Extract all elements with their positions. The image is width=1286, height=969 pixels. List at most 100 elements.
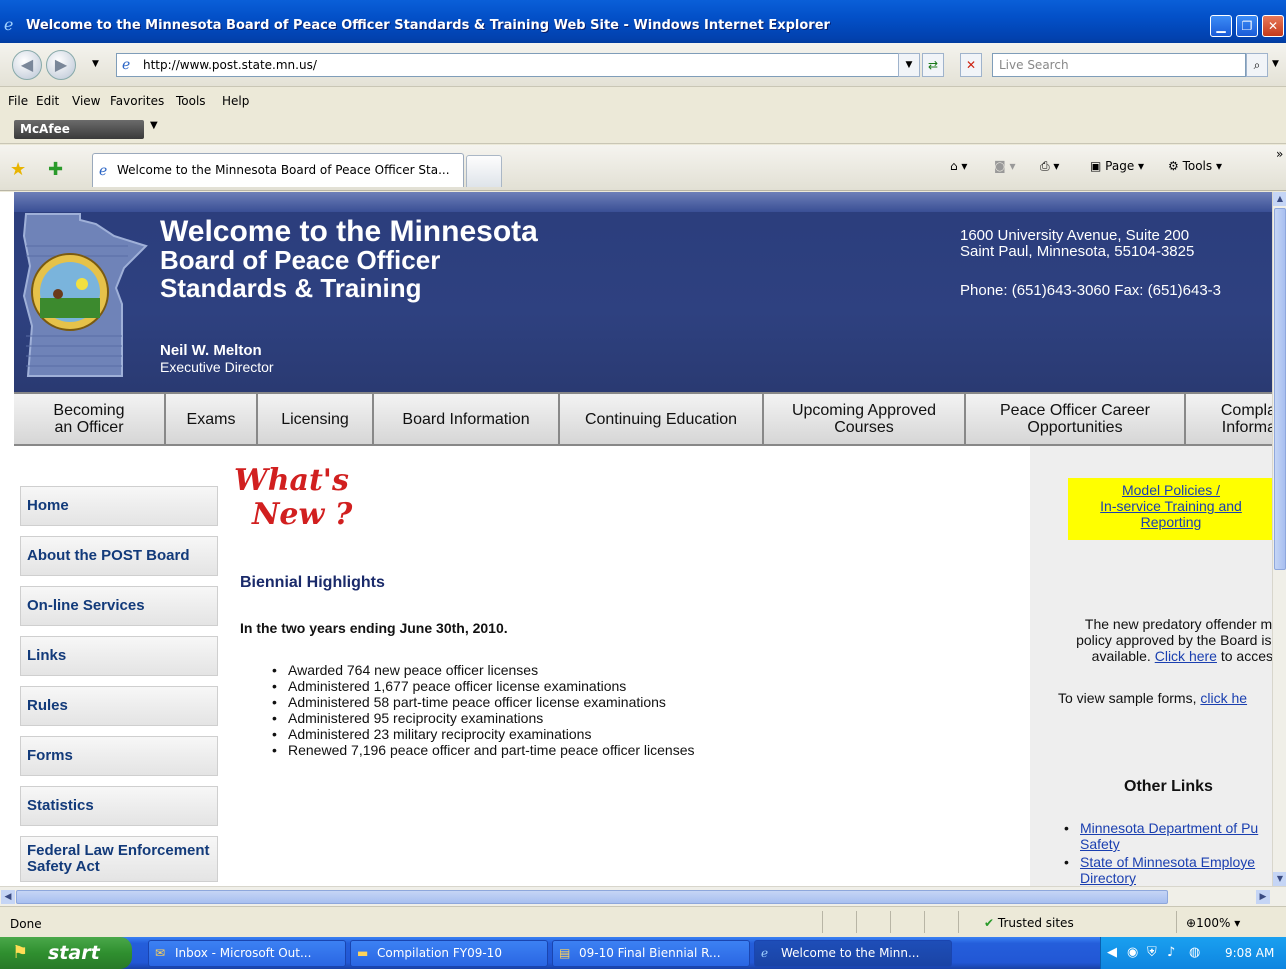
forward-button[interactable]: ▶: [46, 50, 76, 80]
horizontal-scroll-thumb[interactable]: [16, 890, 1168, 904]
page-viewport: Welcome to the Minnesota Board of Peace …: [0, 192, 1272, 886]
status-divider: [856, 911, 857, 933]
tray-expand-icon[interactable]: ◀: [1107, 945, 1117, 960]
nav-continuing-education[interactable]: Continuing Education: [560, 394, 764, 444]
sidebar-item-label: Links: [27, 647, 67, 664]
security-zone[interactable]: ✔ Trusted sites: [984, 916, 1074, 930]
home-icon[interactable]: ⌂ ▾: [950, 159, 967, 173]
stop-icon[interactable]: ✕: [960, 53, 982, 77]
feeds-icon[interactable]: ◙ ▾: [994, 159, 1015, 173]
section-title: Biennial Highlights: [240, 574, 385, 591]
tab-current[interactable]: ℯ Welcome to the Minnesota Board of Peac…: [92, 153, 464, 187]
back-button[interactable]: ◀: [12, 50, 42, 80]
nav-exams[interactable]: Exams: [166, 394, 258, 444]
taskbar-item-ie[interactable]: ℯ Welcome to the Minn...: [754, 940, 952, 967]
predatory-policy-link[interactable]: Click here: [1155, 648, 1217, 664]
mcafee-button[interactable]: McAfee: [14, 120, 144, 139]
window-title: Welcome to the Minnesota Board of Peace …: [26, 18, 830, 33]
nav-upcoming-approved-courses[interactable]: Upcoming Approved Courses: [764, 394, 966, 444]
scroll-down-icon[interactable]: ▼: [1273, 872, 1286, 886]
search-icon[interactable]: ⌕: [1246, 53, 1268, 77]
folder-icon: ▬: [357, 946, 369, 960]
nav-complaint-information[interactable]: Compla Informa: [1186, 394, 1272, 444]
address-dropdown-button[interactable]: ▼: [898, 53, 920, 77]
menu-edit[interactable]: Edit: [36, 94, 59, 108]
menu-tools[interactable]: Tools: [176, 94, 206, 108]
menu-file[interactable]: File: [8, 94, 28, 108]
sidebar-item-home[interactable]: Home: [20, 486, 218, 526]
menu-view[interactable]: View: [72, 94, 100, 108]
employee-directory-link[interactable]: State of Minnesota Employe Directory: [1080, 854, 1255, 886]
scroll-left-icon[interactable]: ◀: [1, 890, 15, 904]
minimize-button[interactable]: ▁: [1210, 15, 1232, 37]
other-links-title: Other Links: [1124, 778, 1213, 795]
nav-label: Board Information: [402, 410, 530, 428]
sidebar-item-forms[interactable]: Forms: [20, 736, 218, 776]
favorites-star-icon[interactable]: ★: [10, 159, 26, 180]
search-input[interactable]: Live Search: [992, 53, 1246, 77]
sidebar-item-about[interactable]: About the POST Board: [20, 536, 218, 576]
sample-forms-link[interactable]: click he: [1200, 690, 1247, 706]
zoom-label: 100%: [1196, 916, 1231, 930]
sidebar-item-rules[interactable]: Rules: [20, 686, 218, 726]
sidebar-item-links[interactable]: Links: [20, 636, 218, 676]
page-menu[interactable]: ▣ Page ▾: [1090, 159, 1144, 173]
whats-new-line1: What's: [234, 463, 349, 498]
taskbar-item-folder[interactable]: ▬ Compilation FY09-10: [350, 940, 548, 967]
phone-fax: Phone: (651)643-3060 Fax: (651)643-3: [960, 282, 1222, 299]
nav-board-information[interactable]: Board Information: [374, 394, 560, 444]
task-label: Compilation FY09-10: [377, 946, 502, 960]
refresh-icon[interactable]: ⇄: [922, 53, 944, 77]
minnesota-state-seal-icon: [22, 213, 148, 377]
menu-help[interactable]: Help: [222, 94, 249, 108]
model-policies-link[interactable]: Model Policies / In-service Training and…: [1100, 482, 1242, 530]
sidebar-item-label: Rules: [27, 697, 68, 714]
site-title-line1: Welcome to the Minnesota: [160, 215, 538, 248]
window-title-bar[interactable]: ℯ Welcome to the Minnesota Board of Peac…: [0, 0, 1286, 43]
address-line2: Saint Paul, Minnesota, 55104-3825: [960, 243, 1195, 260]
zone-label: Trusted sites: [997, 916, 1074, 930]
tray-shield-icon[interactable]: ⛨: [1147, 945, 1157, 960]
taskbar-item-word[interactable]: ▤ 09-10 Final Biennial R...: [552, 940, 750, 967]
dps-link[interactable]: Minnesota Department of Pu Safety: [1080, 820, 1258, 852]
search-options-dropdown[interactable]: ▼: [1272, 59, 1279, 69]
new-tab-button[interactable]: [466, 155, 502, 187]
scroll-up-icon[interactable]: ▲: [1273, 192, 1286, 206]
maximize-button[interactable]: ❐: [1236, 15, 1258, 37]
zoom-level[interactable]: ⊕100% ▾: [1186, 916, 1240, 930]
tools-menu[interactable]: ⚙ Tools ▾: [1168, 159, 1222, 173]
network-icon[interactable]: ◍: [1189, 945, 1200, 960]
print-icon[interactable]: ⎙ ▾: [1040, 159, 1059, 174]
period-text: In the two years ending June 30th, 2010.: [240, 620, 508, 636]
vertical-scroll-thumb[interactable]: [1274, 208, 1286, 570]
predatory-offender-notice: The new predatory offender mo policy app…: [1040, 616, 1272, 664]
close-button[interactable]: ✕: [1262, 15, 1284, 37]
recent-pages-dropdown[interactable]: ▼: [92, 59, 99, 69]
sidebar-item-statistics[interactable]: Statistics: [20, 786, 218, 826]
sidebar-item-leosa[interactable]: Federal Law Enforcement Safety Act: [20, 836, 218, 882]
nav-label-line1: Peace Officer Career: [1000, 402, 1150, 419]
vertical-scrollbar[interactable]: ▲ ▼: [1272, 192, 1286, 886]
menu-favorites[interactable]: Favorites: [110, 94, 164, 108]
add-favorite-icon[interactable]: ✚: [48, 159, 63, 180]
tray-app-icon[interactable]: ◉: [1127, 945, 1138, 960]
toolbar-overflow-icon[interactable]: »: [1276, 147, 1283, 161]
address-input[interactable]: ℯ http://www.post.state.mn.us/: [116, 53, 919, 77]
horizontal-scrollbar[interactable]: ◀ ▶: [0, 886, 1286, 906]
start-button[interactable]: ⚑ start: [0, 937, 132, 969]
notice-line1: The new predatory offender mo: [1084, 616, 1272, 632]
ie-page-icon: ℯ: [99, 163, 108, 179]
taskbar-item-outlook[interactable]: ✉ Inbox - Microsoft Out...: [148, 940, 346, 967]
director-block: Neil W. Melton Executive Director: [160, 342, 274, 376]
sidebar-item-online-services[interactable]: On-line Services: [20, 586, 218, 626]
mcafee-dropdown[interactable]: ▼: [150, 120, 158, 131]
notice-line3-pre: available.: [1091, 648, 1151, 664]
nav-peace-officer-career-opportunities[interactable]: Peace Officer Career Opportunities: [966, 394, 1186, 444]
list-item: State of Minnesota EmployeDirectory: [1064, 854, 1258, 886]
scroll-right-icon[interactable]: ▶: [1256, 890, 1270, 904]
sidebar-item-label-line2: Safety Act: [27, 858, 100, 875]
nav-becoming-an-officer[interactable]: Becoming an Officer: [14, 394, 166, 444]
nav-licensing[interactable]: Licensing: [258, 394, 374, 444]
model-policies-line2: In-service Training and: [1100, 498, 1242, 514]
volume-icon[interactable]: ♪: [1167, 945, 1175, 960]
